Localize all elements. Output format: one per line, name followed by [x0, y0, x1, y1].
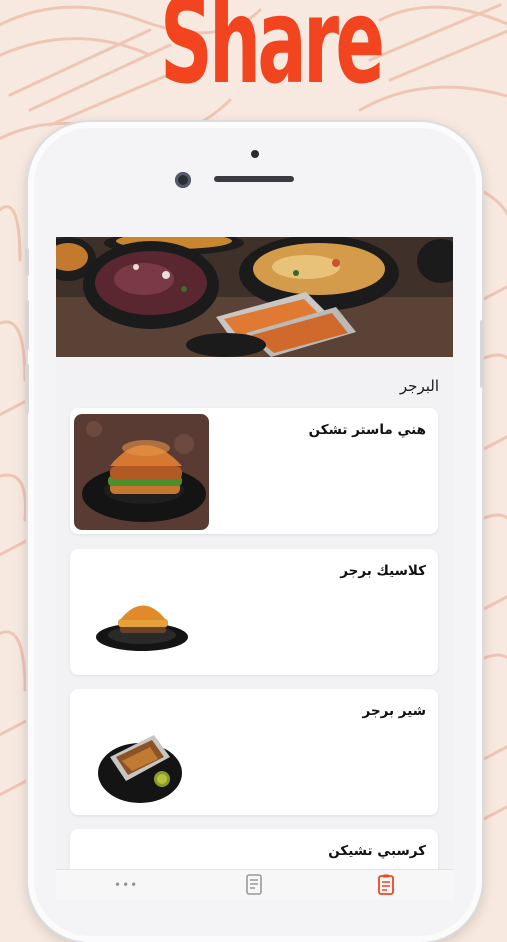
menu-item-name: شير برجر: [362, 703, 426, 719]
tab-menu[interactable]: [366, 872, 406, 900]
tab-more[interactable]: •••: [102, 872, 142, 900]
menu-item-card[interactable]: هني ماستر تشكن: [70, 408, 438, 534]
menu-icon: [378, 874, 394, 895]
menu-item-name: هني ماستر تشكن: [308, 422, 426, 438]
section-title: البرجر: [399, 377, 439, 395]
phone-side-button: [25, 248, 29, 276]
phone-side-button: [25, 364, 29, 414]
menu-item-card[interactable]: شير برجر: [70, 689, 438, 815]
more-icon: •••: [114, 878, 139, 892]
front-camera: [175, 172, 191, 188]
menu-item-image: [74, 414, 209, 530]
bottom-tab-bar: •••: [56, 869, 453, 900]
tab-documents[interactable]: [234, 872, 274, 900]
menu-item-name: كرسبي تشيكن: [328, 843, 426, 859]
menu-item-card[interactable]: كلاسيك برجر: [70, 549, 438, 675]
menu-item-image: [74, 695, 209, 811]
brand-logo: Share: [160, 0, 385, 110]
menu-item-name: كلاسيك برجر: [340, 563, 426, 579]
proximity-sensor: [251, 150, 259, 158]
hero-banner: [56, 237, 453, 357]
menu-item-image: [74, 555, 209, 671]
phone-side-button: [25, 300, 29, 350]
app-screen: البرجر هني ماستر تشكن كلاسيك برجر شير بر…: [56, 237, 453, 900]
earpiece-speaker: [214, 176, 294, 182]
document-icon: [246, 874, 262, 895]
phone-side-button: [480, 320, 484, 388]
